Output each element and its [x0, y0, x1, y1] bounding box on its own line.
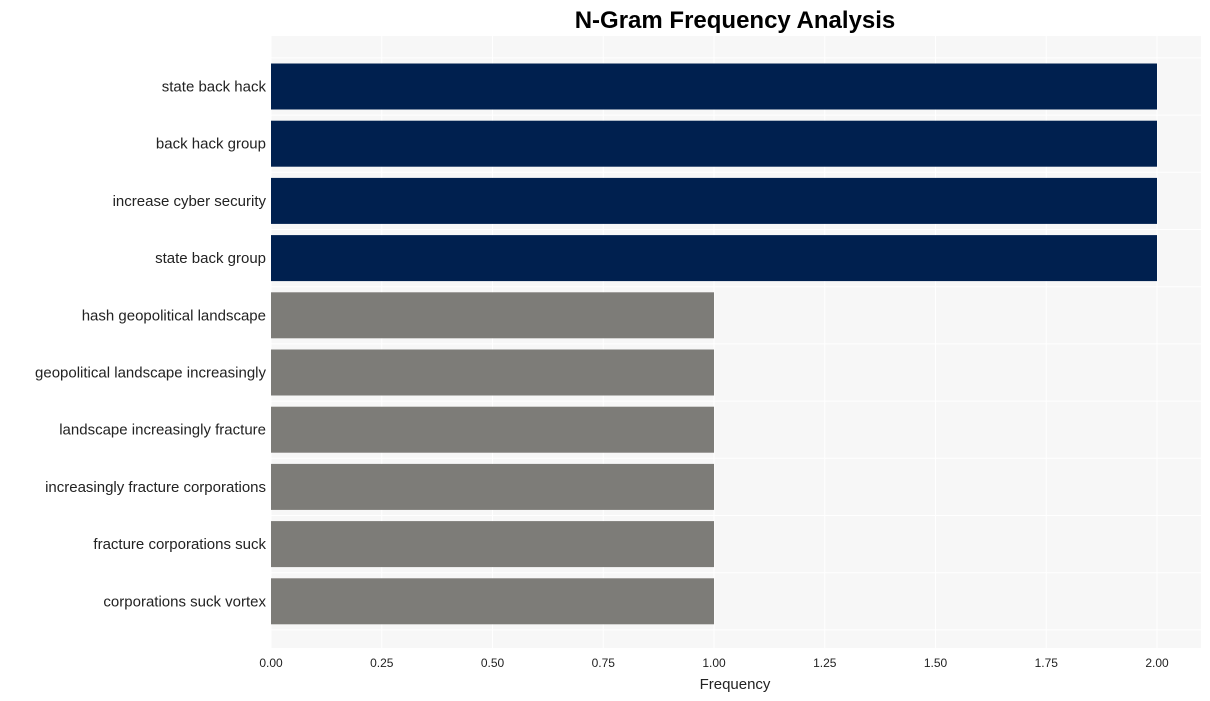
- y-tick-label: increasingly fracture corporations: [45, 479, 266, 496]
- x-tick-label: 1.25: [813, 656, 837, 670]
- bar: [271, 120, 1157, 167]
- y-tick-label: state back group: [155, 250, 266, 267]
- bar: [271, 406, 714, 453]
- bar: [271, 349, 714, 396]
- x-tick-label: 0.75: [592, 656, 616, 670]
- ngram-bar-chart: state back hack back hack group increase c…: [35, 7, 1201, 693]
- y-tick-label: landscape increasingly fracture: [59, 422, 266, 439]
- y-tick-label: back hack group: [156, 136, 266, 153]
- y-tick-label: hash geopolitical landscape: [82, 307, 266, 324]
- y-tick-label: geopolitical landscape increasingly: [35, 365, 266, 382]
- x-axis-label: Frequency: [700, 676, 771, 693]
- x-tick-label: 2.00: [1145, 656, 1169, 670]
- bar: [271, 63, 1157, 110]
- x-tick-label: 1.00: [702, 656, 726, 670]
- x-tick-label: 1.75: [1035, 656, 1059, 670]
- bar: [271, 292, 714, 339]
- y-tick-label: state back hack: [162, 79, 267, 96]
- bar: [271, 578, 714, 625]
- x-axis-ticks: 0.00 0.25 0.50 0.75 1.00 1.25 1.50 1.75 2.00: [259, 656, 1169, 670]
- bar: [271, 235, 1157, 282]
- x-tick-label: 1.50: [924, 656, 948, 670]
- y-tick-label: increase cyber security: [113, 193, 267, 210]
- bar: [271, 521, 714, 568]
- y-tick-label: corporations suck vortex: [103, 593, 266, 610]
- y-tick-label: fracture corporations suck: [93, 536, 266, 553]
- x-tick-label: 0.25: [370, 656, 394, 670]
- chart-title: N-Gram Frequency Analysis: [575, 7, 896, 34]
- x-tick-label: 0.50: [481, 656, 505, 670]
- bar: [271, 177, 1157, 224]
- y-axis-labels: state back hack back hack group increase c…: [35, 79, 266, 611]
- bar: [271, 463, 714, 510]
- x-tick-label: 0.00: [259, 656, 283, 670]
